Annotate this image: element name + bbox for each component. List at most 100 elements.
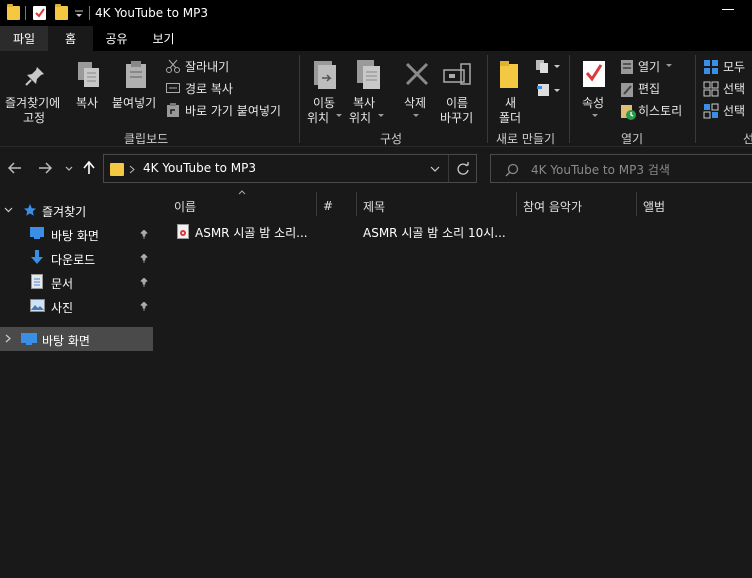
column-divider[interactable] bbox=[636, 192, 637, 216]
customize-quick-access-icon[interactable] bbox=[74, 8, 84, 18]
folder-icon bbox=[110, 163, 124, 176]
scissors-icon bbox=[166, 59, 180, 73]
ribbon: 즐겨찾기에 고정 복사 붙여넣기 잘라내기 경로 복사 바로 가기 붙여넣기 클… bbox=[0, 51, 752, 147]
ribbon-divider bbox=[487, 55, 488, 143]
tab-file[interactable]: 파일 bbox=[0, 26, 48, 51]
sidebar-item-pictures[interactable]: 사진 bbox=[0, 294, 153, 318]
new-group-label: 새로 만들기 bbox=[496, 132, 556, 146]
copy-icon bbox=[78, 62, 99, 87]
column-divider[interactable] bbox=[316, 192, 317, 216]
history-icon bbox=[621, 105, 636, 120]
properties-icon bbox=[583, 61, 605, 87]
delete-label: 삭제 bbox=[404, 96, 427, 110]
up-arrow-icon[interactable] bbox=[83, 161, 95, 175]
pinned-icon bbox=[140, 254, 148, 263]
back-arrow-icon[interactable] bbox=[8, 162, 22, 174]
quick-access-label: 즐겨찾기 bbox=[42, 205, 87, 219]
cut-label: 잘라내기 bbox=[185, 60, 230, 74]
address-divider bbox=[448, 155, 449, 182]
forward-arrow-icon[interactable] bbox=[38, 162, 52, 174]
copy-to-icon bbox=[357, 60, 380, 89]
recent-locations-chevron-icon[interactable] bbox=[65, 166, 73, 171]
title-bar: 4K YouTube to MP3 bbox=[0, 0, 752, 26]
download-icon bbox=[31, 250, 43, 264]
chevron-down-icon bbox=[554, 89, 560, 92]
sidebar-item-desktop-root[interactable]: 바탕 화면 bbox=[0, 327, 153, 351]
invert-selection-label: 선택 bbox=[723, 104, 746, 118]
sidebar-item-documents[interactable]: 문서 bbox=[0, 270, 153, 294]
sidebar-item-label: 바탕 화면 bbox=[51, 229, 99, 243]
address-history-chevron-icon[interactable] bbox=[430, 166, 440, 172]
audio-file-icon bbox=[177, 224, 189, 239]
sidebar-item-downloads[interactable]: 다운로드 bbox=[0, 246, 153, 270]
file-name: ASMR 시골 밤 소리... bbox=[195, 226, 308, 240]
column-header-album[interactable]: 앨범 bbox=[643, 194, 665, 218]
tab-view[interactable]: 보기 bbox=[140, 26, 187, 51]
address-row: 4K YouTube to MP3 4K YouTube to MP3 검색 bbox=[0, 148, 752, 190]
chevron-down-icon bbox=[413, 114, 419, 117]
column-divider[interactable] bbox=[516, 192, 517, 216]
pin-label-2: 고정 bbox=[23, 111, 46, 125]
address-path[interactable]: 4K YouTube to MP3 bbox=[143, 161, 256, 175]
folder-icon bbox=[7, 4, 20, 20]
clipboard-group-label: 클립보드 bbox=[124, 132, 169, 146]
copy-path-label: 경로 복사 bbox=[185, 82, 233, 96]
properties-quick-icon[interactable] bbox=[33, 6, 46, 20]
sidebar-item-desktop[interactable]: 바탕 화면 bbox=[0, 222, 153, 246]
tab-home[interactable]: 홈 bbox=[48, 26, 93, 51]
chevron-down-icon bbox=[554, 65, 560, 68]
copy-label: 복사 bbox=[76, 96, 99, 110]
desktop-icon bbox=[30, 227, 44, 239]
ribbon-divider bbox=[299, 55, 300, 143]
pictures-icon bbox=[30, 299, 45, 312]
table-row[interactable]: ASMR 시골 밤 소리... ASMR 시골 밤 소리 10시... bbox=[171, 220, 571, 242]
invert-selection-icon bbox=[703, 103, 719, 119]
file-list: 이름 # 제목 참여 음악가 앨범 ASMR 시골 밤 소리... ASMR 시… bbox=[155, 190, 752, 578]
refresh-icon[interactable] bbox=[456, 162, 470, 176]
tab-share[interactable]: 공유 bbox=[93, 26, 140, 51]
navigation-pane: 즐겨찾기 바탕 화면 다운로드 문서 사진 바탕 화면 bbox=[0, 190, 155, 578]
history-label: 히스토리 bbox=[638, 104, 683, 118]
paste-icon bbox=[126, 61, 146, 88]
pinned-icon bbox=[140, 230, 148, 239]
search-icon bbox=[505, 163, 519, 177]
select-all-icon bbox=[704, 60, 718, 74]
window-title: 4K YouTube to MP3 bbox=[95, 6, 209, 20]
new-folder-quick-icon[interactable] bbox=[55, 4, 68, 20]
ribbon-divider bbox=[569, 55, 570, 143]
paste-label: 붙여넣기 bbox=[112, 96, 157, 110]
chevron-down-icon bbox=[592, 114, 598, 117]
sidebar-item-label: 사진 bbox=[51, 301, 74, 315]
column-divider[interactable] bbox=[356, 192, 357, 216]
properties-label: 속성 bbox=[582, 96, 605, 110]
column-header-number[interactable]: # bbox=[323, 194, 333, 218]
title-separator bbox=[25, 6, 26, 20]
collapse-chevron-icon[interactable] bbox=[5, 334, 11, 343]
copy-path-icon bbox=[166, 83, 180, 93]
file-title: ASMR 시골 밤 소리 10시... bbox=[363, 226, 506, 240]
pinned-icon bbox=[140, 278, 148, 287]
nav-quick-access[interactable]: 즐겨찾기 bbox=[0, 198, 153, 222]
breadcrumb-chevron-icon[interactable] bbox=[129, 165, 135, 174]
move-to-label-2: 위치 bbox=[307, 111, 330, 125]
ribbon-tabs: 파일 홈 공유 보기 bbox=[0, 26, 752, 51]
minimize-button[interactable] bbox=[722, 9, 734, 10]
title-separator bbox=[89, 6, 90, 20]
star-icon bbox=[24, 204, 36, 216]
paste-shortcut-icon bbox=[167, 103, 179, 117]
chevron-down-icon bbox=[378, 114, 384, 117]
address-bar[interactable]: 4K YouTube to MP3 bbox=[103, 154, 477, 183]
open-group-label: 열기 bbox=[621, 132, 644, 146]
chevron-down-icon bbox=[336, 114, 342, 117]
column-header-artist[interactable]: 참여 음악가 bbox=[523, 194, 582, 218]
column-header-name[interactable]: 이름 bbox=[174, 194, 196, 218]
column-header-title[interactable]: 제목 bbox=[363, 194, 385, 218]
rename-label-2: 바꾸기 bbox=[440, 111, 474, 125]
pin-icon bbox=[25, 67, 44, 86]
select-none-icon bbox=[703, 81, 719, 97]
search-placeholder: 4K YouTube to MP3 검색 bbox=[531, 163, 670, 177]
move-to-icon bbox=[314, 61, 336, 89]
search-box[interactable]: 4K YouTube to MP3 검색 bbox=[490, 154, 752, 183]
expand-chevron-icon[interactable] bbox=[4, 207, 13, 213]
chevron-down-icon bbox=[666, 64, 672, 67]
